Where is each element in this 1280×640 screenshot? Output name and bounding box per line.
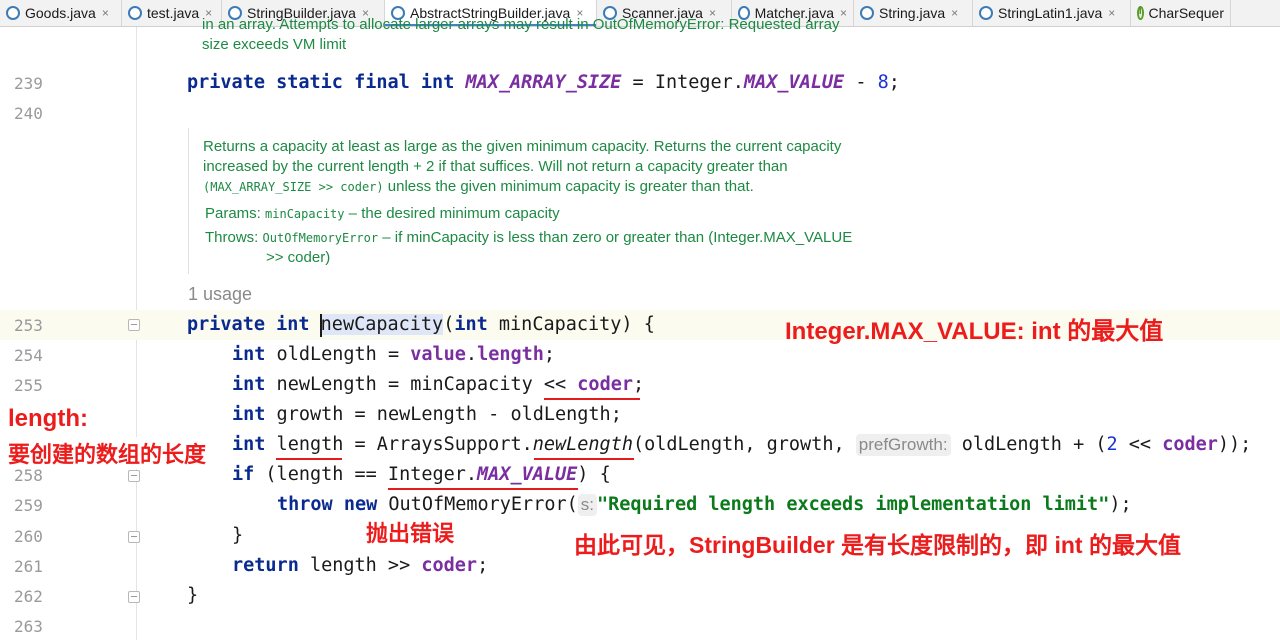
annotation-length-desc: 要创建的数组的长度 (8, 437, 207, 469)
tab-label: StringLatin1.java (998, 5, 1103, 21)
annotation-underline (276, 458, 342, 460)
doc-params: Params: minCapacity – the desired minimu… (205, 205, 560, 222)
code-line-255[interactable]: int newLength = minCapacity << coder; (232, 374, 644, 396)
method-name[interactable]: newCapacity (320, 314, 444, 335)
code-line-239[interactable]: private static final int MAX_ARRAY_SIZE … (187, 72, 900, 94)
line-number: 239 (14, 74, 43, 93)
annotation-length-label: length: (8, 405, 88, 433)
interface-icon (1137, 6, 1144, 20)
line-number: 259 (14, 496, 43, 515)
code-line-262[interactable]: } (187, 585, 198, 607)
code-line-260[interactable]: } (232, 525, 243, 547)
line-number: 254 (14, 346, 43, 365)
doc-comment-line: in an array. Attempts to allocate larger… (202, 16, 840, 33)
line-number: 240 (14, 104, 43, 123)
doc-line: (MAX_ARRAY_SIZE >> coder) unless the giv… (203, 178, 754, 195)
parameter-hint: s: (577, 494, 597, 516)
code-line-258[interactable]: if (length == Integer.MAX_VALUE) { (232, 464, 611, 486)
class-icon (979, 6, 993, 20)
code-line-253[interactable]: private int newCapacity(int minCapacity)… (187, 314, 655, 336)
line-number: 261 (14, 557, 43, 576)
tab-goods-java[interactable]: Goods.java × (0, 0, 122, 26)
annotation-conclusion: 由此可见，StringBuilder 是有长度限制的，即 int 的最大值 (574, 532, 1181, 558)
class-icon (860, 6, 874, 20)
close-icon[interactable]: × (951, 6, 958, 20)
annotation-underline (388, 488, 578, 490)
class-icon (6, 6, 20, 20)
line-number: 255 (14, 376, 43, 395)
code-line-261[interactable]: return length >> coder; (232, 555, 488, 577)
annotation-underline (544, 398, 640, 400)
class-icon (128, 6, 142, 20)
annotation-max-value: Integer.MAX_VALUE: int 的最大值 (785, 318, 1164, 345)
code-line-259[interactable]: throw new OutOfMemoryError(s: "Required l… (277, 494, 1132, 516)
annotation-throw: 抛出错误 (366, 521, 455, 546)
fold-marker-icon[interactable] (128, 470, 140, 482)
tab-label: test.java (147, 5, 200, 21)
usage-hint-link[interactable]: 1 usage (188, 284, 252, 305)
doc-throws: Throws: OutOfMemoryError – if minCapacit… (205, 229, 853, 246)
doc-line: increased by the current length + 2 if t… (203, 158, 788, 175)
fold-marker-icon[interactable] (128, 531, 140, 543)
tab-charsequer[interactable]: CharSequer (1131, 0, 1231, 26)
line-number: 262 (14, 587, 43, 606)
fold-marker-icon[interactable] (128, 591, 140, 603)
line-number: 258 (14, 466, 43, 485)
tab-label: Goods.java (25, 5, 96, 21)
code-line-256[interactable]: int growth = newLength - oldLength; (232, 404, 622, 426)
line-number: 260 (14, 527, 43, 546)
close-icon[interactable]: × (1108, 6, 1115, 20)
line-number: 253 (14, 316, 43, 335)
line-number: 263 (14, 617, 43, 636)
code-line-257[interactable]: int length = ArraysSupport.newLength(old… (232, 434, 1251, 456)
parameter-hint: prefGrowth: (855, 434, 951, 456)
code-line-254[interactable]: int oldLength = value.length; (232, 344, 555, 366)
fold-marker-icon[interactable] (128, 319, 140, 331)
tab-stringlatin1-java[interactable]: StringLatin1.java × (973, 0, 1131, 26)
doc-comment-line: size exceeds VM limit (202, 36, 347, 53)
close-icon[interactable]: × (102, 6, 109, 20)
annotation-underline (534, 458, 634, 460)
rendered-javadoc: Returns a capacity at least as large as … (188, 128, 889, 274)
tab-label: String.java (879, 5, 946, 21)
doc-line: Returns a capacity at least as large as … (203, 138, 842, 155)
tab-string-java[interactable]: String.java × (854, 0, 973, 26)
text-caret (320, 314, 322, 337)
tab-label: CharSequer (1148, 5, 1225, 21)
doc-throws-cont: >> coder) (266, 249, 331, 266)
close-icon[interactable]: × (840, 6, 847, 20)
